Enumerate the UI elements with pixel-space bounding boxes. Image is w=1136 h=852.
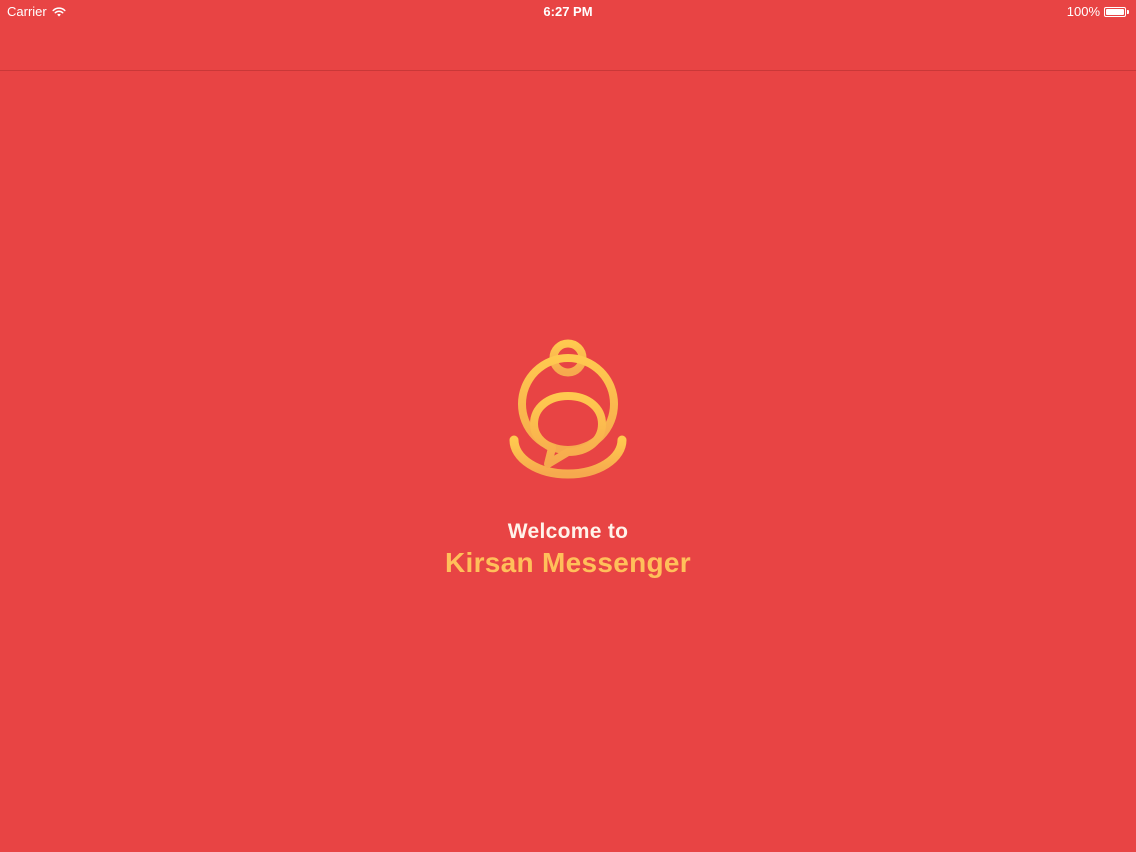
app-name: Kirsan Messenger [444,547,691,578]
status-time: 6:27 PM [543,4,593,19]
battery-icon [1104,6,1126,17]
kirsan-messenger-logo [509,339,627,479]
status-right: 100% [1067,4,1129,19]
status-bar: Carrier 6:27 PM 100% [0,0,1136,24]
battery-percent: 100% [1066,4,1100,19]
welcome-text: Welcome to [507,520,629,543]
navigation-bar [0,24,1136,71]
battery-fill [1106,8,1124,15]
battery-tip [1127,9,1129,14]
welcome-screen: Carrier 6:27 PM 100% Welcome to Kirsan M… [0,0,1136,852]
